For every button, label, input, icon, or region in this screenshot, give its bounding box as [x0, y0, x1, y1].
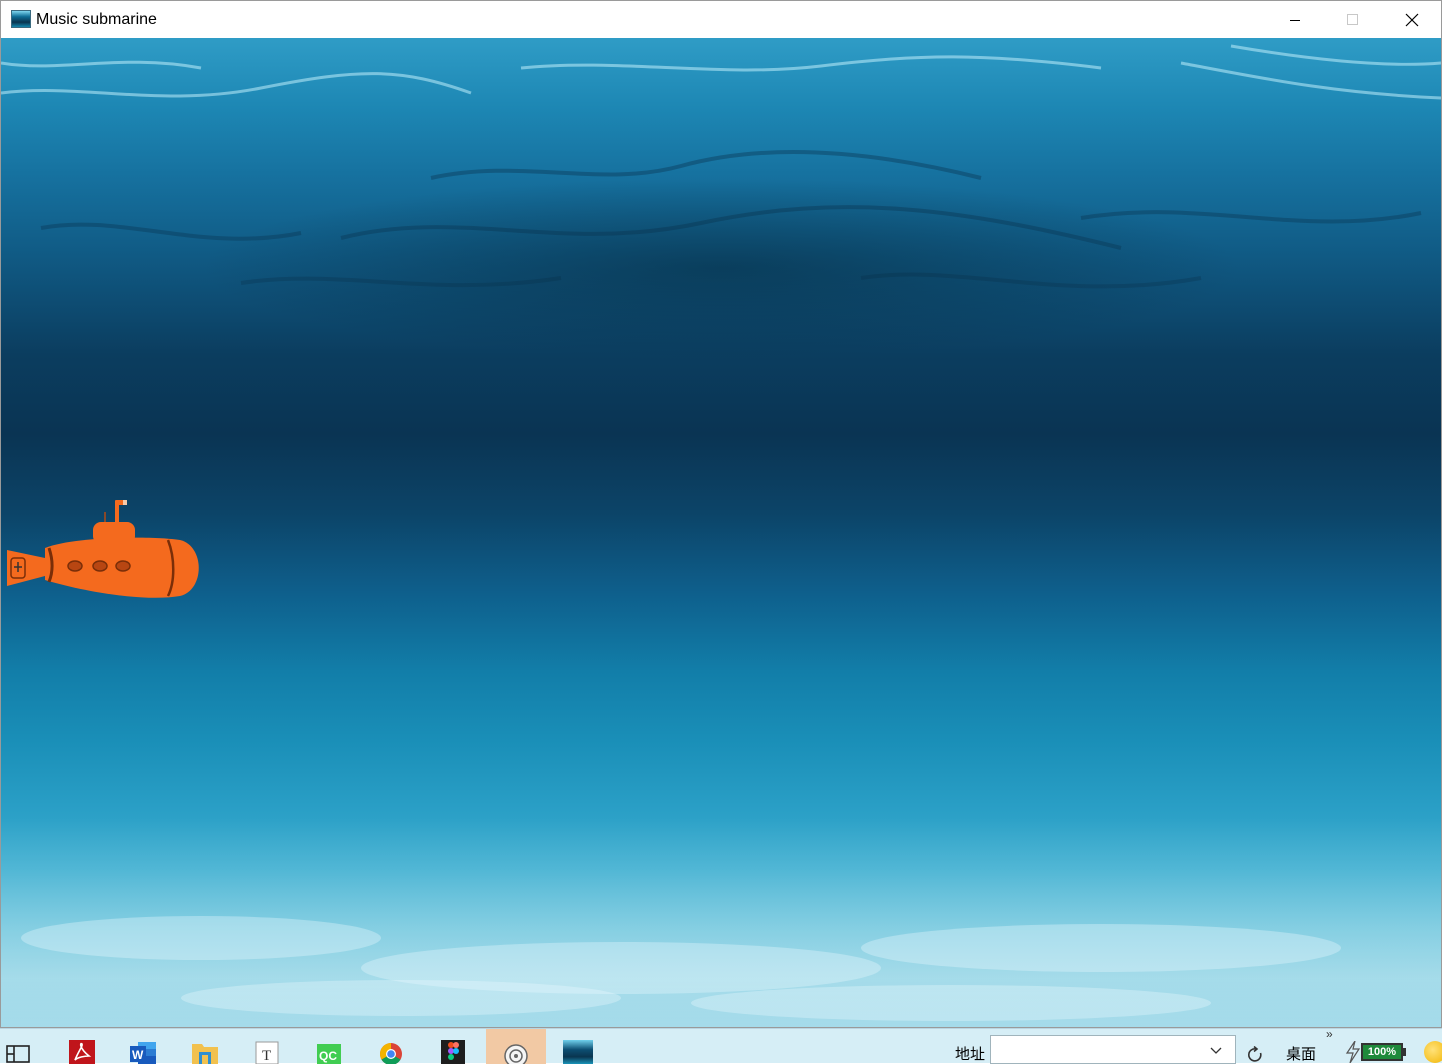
- app-icon: [11, 10, 31, 28]
- figma-icon: [441, 1040, 465, 1064]
- title-bar[interactable]: Music submarine: [1, 1, 1441, 38]
- weather-icon[interactable]: [1424, 1041, 1442, 1063]
- taskbar-adobe-acrobat[interactable]: [52, 1029, 112, 1064]
- minimize-icon: [1290, 19, 1300, 21]
- maximize-button[interactable]: [1324, 1, 1382, 38]
- word-icon: W: [130, 1042, 156, 1064]
- taskbar-settings[interactable]: [486, 1029, 546, 1064]
- app-window: Music submarine: [0, 0, 1442, 1028]
- address-input[interactable]: [990, 1035, 1236, 1064]
- taskbar-figma[interactable]: [423, 1029, 483, 1064]
- file-explorer-icon: [192, 1044, 218, 1064]
- close-button[interactable]: [1383, 1, 1441, 38]
- minimize-button[interactable]: [1266, 1, 1324, 38]
- submarine-sprite[interactable]: [5, 498, 201, 602]
- taskbar-music-submarine[interactable]: [548, 1029, 608, 1064]
- battery-tip: [1403, 1048, 1406, 1056]
- taskbar-word[interactable]: W: [113, 1029, 173, 1064]
- address-label: 地址: [955, 1046, 986, 1063]
- task-view-icon[interactable]: [6, 1043, 30, 1064]
- refresh-icon: [1248, 1046, 1262, 1062]
- ocean-canvas[interactable]: [1, 38, 1441, 1027]
- taskbar-typora[interactable]: T: [237, 1029, 297, 1064]
- adobe-acrobat-icon: [69, 1040, 95, 1064]
- svg-text:QC: QC: [319, 1049, 337, 1063]
- water-texture: [1, 44, 1441, 1027]
- desktop-label: 桌面: [1286, 1046, 1317, 1063]
- music-submarine-icon: [563, 1040, 593, 1064]
- refresh-button[interactable]: [1238, 1035, 1274, 1064]
- charging-icon: [1345, 1041, 1361, 1063]
- qc-icon: QC: [317, 1044, 341, 1064]
- window-title: Music submarine: [36, 11, 157, 28]
- maximize-icon: [1347, 13, 1358, 25]
- close-icon: [1405, 13, 1419, 26]
- battery-indicator[interactable]: 100%: [1361, 1043, 1403, 1061]
- toolbar-overflow-icon[interactable]: »: [1326, 1027, 1333, 1041]
- chevron-down-icon[interactable]: [1210, 1047, 1222, 1055]
- battery-percent: 100%: [1367, 1046, 1397, 1058]
- typora-icon: T: [255, 1041, 279, 1064]
- taskbar-chrome[interactable]: [361, 1029, 421, 1064]
- taskbar: W T QC 地址 桌面 » 100%: [0, 1027, 1442, 1064]
- chrome-icon: [380, 1043, 402, 1064]
- svg-text:T: T: [262, 1048, 271, 1064]
- taskbar-qc[interactable]: QC: [299, 1029, 359, 1064]
- svg-text:W: W: [132, 1048, 144, 1062]
- taskbar-file-explorer[interactable]: [175, 1029, 235, 1064]
- settings-icon: [504, 1044, 528, 1064]
